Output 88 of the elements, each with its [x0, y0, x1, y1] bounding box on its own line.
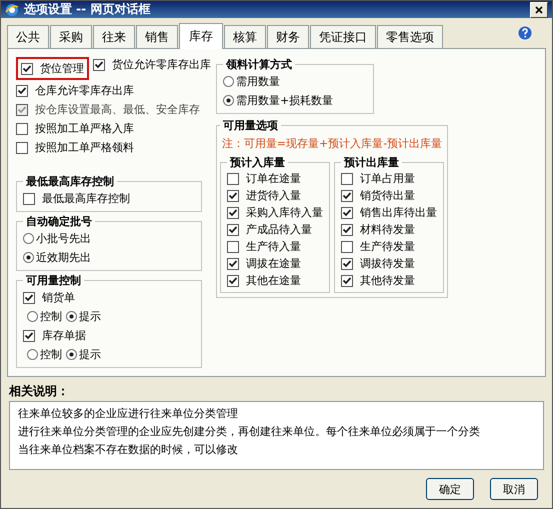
option-label: 销货单: [42, 290, 75, 305]
close-icon[interactable]: [530, 2, 548, 18]
option-label: 生产待入量: [246, 239, 301, 254]
tab[interactable]: 核算: [224, 25, 266, 48]
group-title: 自动确定批号: [25, 214, 93, 229]
group-title: 可用量选项: [222, 118, 279, 133]
option-label: 销售出库待出量: [360, 205, 437, 220]
option-label: 控制: [40, 347, 62, 362]
option-label: 控制: [40, 309, 62, 324]
option-label: 小批号先出: [36, 231, 91, 246]
checkbox[interactable]: [227, 172, 239, 184]
checkbox[interactable]: [227, 224, 239, 236]
option-label: 采购入库待入量: [246, 205, 323, 220]
option-label: 生产待发量: [360, 239, 415, 254]
option-label: 需用数量+损耗数量: [236, 93, 334, 108]
browser-icon: [5, 2, 19, 16]
checkbox[interactable]: [227, 206, 239, 218]
group-title: 预计入库量: [228, 155, 286, 170]
checkbox[interactable]: [227, 258, 239, 270]
tab[interactable]: 库存: [179, 23, 223, 49]
radio-button[interactable]: [23, 252, 34, 263]
tab[interactable]: 零售选项: [377, 25, 443, 48]
group-title: 预计出库量: [342, 155, 400, 170]
option-label: 库存单据: [42, 328, 86, 343]
option-label: 仓库允许零库存出库: [35, 83, 134, 98]
checkbox[interactable]: [341, 274, 353, 286]
checkbox[interactable]: [341, 258, 353, 270]
tab[interactable]: 财务: [267, 25, 309, 48]
option-label: 最低最高库存控制: [42, 191, 130, 206]
checkbox[interactable]: [23, 330, 35, 342]
tab[interactable]: 公共: [7, 25, 49, 48]
checkbox[interactable]: [227, 274, 239, 286]
option-label: 近效期先出: [36, 250, 91, 265]
dialog-button[interactable]: 取消: [490, 478, 538, 500]
option-label: 订单在途量: [246, 171, 301, 186]
checkbox[interactable]: [227, 190, 239, 202]
tab[interactable]: 往来: [93, 25, 135, 48]
description-line: 当往来单位档案不存在数据的时候，可以修改: [18, 442, 239, 457]
option-label: 需用数量: [236, 74, 280, 89]
note-text: 注：可用量=现存量+预计入库量-预计出库量: [220, 136, 444, 151]
option-label: 提示: [79, 347, 101, 362]
checkbox[interactable]: [341, 240, 353, 252]
checkbox[interactable]: [341, 190, 353, 202]
checkbox[interactable]: [23, 292, 35, 304]
checkbox[interactable]: [23, 192, 35, 204]
option-label: 调拔在途量: [246, 256, 301, 271]
option-label: 材料待发量: [360, 222, 415, 237]
option-label: 货位管理: [40, 61, 84, 76]
checkbox[interactable]: [227, 240, 239, 252]
checkbox[interactable]: [341, 206, 353, 218]
dialog-button[interactable]: 确定: [426, 478, 474, 500]
option-label: 其他待发量: [360, 273, 415, 288]
radio-button[interactable]: [23, 233, 34, 244]
radio-button[interactable]: [27, 349, 38, 360]
checkbox[interactable]: [93, 58, 105, 70]
option-label: 按照加工单严格领料: [35, 140, 134, 155]
radio-button[interactable]: [66, 349, 77, 360]
option-label: 其他在途量: [246, 273, 301, 288]
tab[interactable]: 凭证接口: [310, 25, 376, 48]
radio-button[interactable]: [27, 311, 38, 322]
option-label: 提示: [79, 309, 101, 324]
option-label: 按仓库设置最高、最低、安全库存: [35, 102, 200, 117]
option-label: 产成品待入量: [246, 222, 312, 237]
checkbox[interactable]: [341, 224, 353, 236]
option-label: 调拔待发量: [360, 256, 415, 271]
tab[interactable]: 采购: [50, 25, 92, 48]
description-line: 进行往来单位分类管理的企业应先创建分类，再创建往来单位。每个往来单位必须属于一个分类: [18, 424, 481, 439]
checkbox[interactable]: [21, 62, 33, 74]
radio-button[interactable]: [223, 76, 234, 87]
help-icon[interactable]: [518, 26, 532, 40]
checkbox[interactable]: [16, 142, 28, 154]
checkbox[interactable]: [16, 122, 28, 134]
option-label: 按照加工单严格入库: [35, 121, 134, 136]
group-title: 最低最高库存控制: [25, 174, 115, 189]
option-label: 货位允许零库存出库: [112, 57, 211, 72]
radio-button[interactable]: [66, 311, 77, 322]
description-line: 往来单位较多的企业应进行往来单位分类管理: [18, 406, 239, 421]
radio-button[interactable]: [223, 95, 234, 106]
tab[interactable]: 销售: [136, 25, 178, 48]
option-label: 进货待入量: [246, 188, 301, 203]
window-title: 选项设置 -- 网页对话框: [24, 1, 152, 18]
option-label: 销货待出量: [360, 188, 415, 203]
group-title: 可用量控制: [25, 273, 82, 288]
checkbox[interactable]: [16, 84, 28, 96]
checkbox[interactable]: [341, 172, 353, 184]
section-title: 相关说明：: [9, 383, 70, 400]
option-label: 订单占用量: [360, 171, 415, 186]
group-title: 领料计算方式: [224, 57, 293, 72]
